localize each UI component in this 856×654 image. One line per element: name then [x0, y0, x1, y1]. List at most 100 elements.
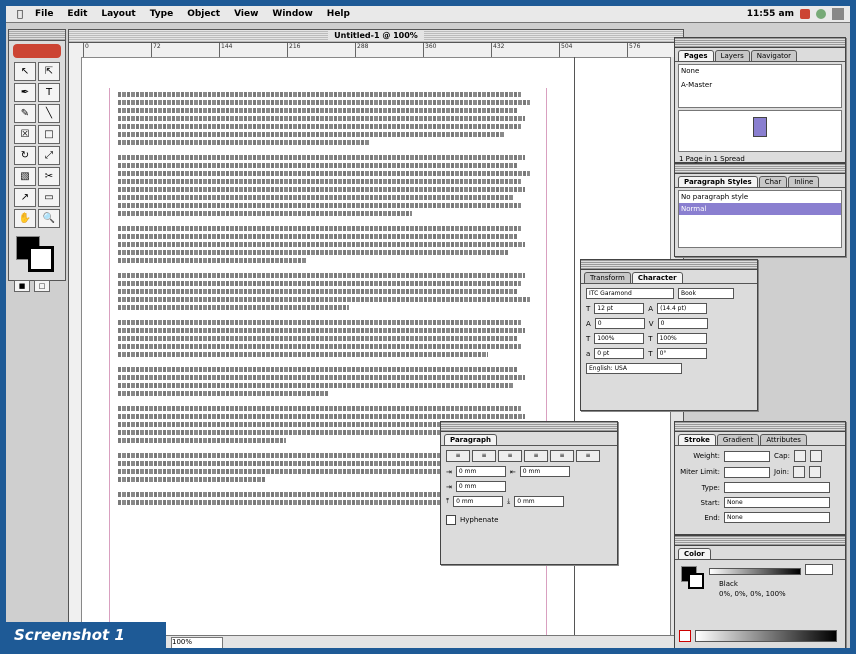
- justify-all-button[interactable]: ≡: [576, 450, 600, 462]
- weight-field[interactable]: [724, 450, 770, 462]
- vertical-scale-field[interactable]: 100%: [594, 333, 645, 344]
- tab-navigator[interactable]: Navigator: [750, 50, 798, 61]
- hand-tool-icon[interactable]: ✋: [14, 209, 36, 228]
- align-center-button[interactable]: ≡: [472, 450, 496, 462]
- tab-attributes[interactable]: Attributes: [760, 434, 807, 445]
- text-paragraph[interactable]: [110, 92, 546, 145]
- join-round-button[interactable]: [809, 466, 822, 478]
- justify-left-button[interactable]: ≡: [524, 450, 548, 462]
- master-a[interactable]: A-Master: [681, 81, 839, 89]
- rectangle-frame-tool-icon[interactable]: ☒: [14, 125, 36, 144]
- paragraph-palette-titlebar[interactable]: [441, 422, 617, 432]
- justify-center-button[interactable]: ≡: [550, 450, 574, 462]
- stroke-swatch[interactable]: [28, 246, 54, 272]
- character-palette-titlebar[interactable]: [581, 260, 757, 270]
- tab-character[interactable]: Character: [631, 272, 683, 283]
- zoom-tool-icon[interactable]: 🔍: [38, 209, 60, 228]
- fill-stroke-swatches[interactable]: [14, 234, 60, 274]
- font-size-field[interactable]: 12 pt: [594, 303, 645, 314]
- tab-layers[interactable]: Layers: [714, 50, 750, 61]
- tab-transform[interactable]: Transform: [584, 272, 631, 283]
- text-paragraph[interactable]: [110, 320, 546, 357]
- space-after-field[interactable]: 0 mm: [514, 496, 565, 507]
- toolbox-titlebar[interactable]: [9, 30, 65, 41]
- menu-file[interactable]: File: [35, 9, 53, 19]
- rotate-tool-icon[interactable]: ↻: [14, 146, 36, 165]
- direct-selection-tool-icon[interactable]: ⇱: [38, 62, 60, 81]
- normal-view-icon[interactable]: ■: [14, 280, 30, 292]
- paragraph-styles-titlebar[interactable]: [675, 164, 845, 174]
- tab-color[interactable]: Color: [678, 548, 711, 559]
- text-paragraph[interactable]: [110, 273, 546, 310]
- cap-butt-button[interactable]: [793, 450, 806, 462]
- menu-object[interactable]: Object: [187, 9, 220, 19]
- kerning-field[interactable]: 0: [594, 318, 645, 329]
- tab-stroke[interactable]: Stroke: [678, 434, 716, 445]
- tab-gradient[interactable]: Gradient: [716, 434, 760, 445]
- tracking-field[interactable]: 0: [657, 318, 708, 329]
- tab-char-styles[interactable]: Char: [758, 176, 788, 187]
- menu-edit[interactable]: Edit: [67, 9, 87, 19]
- tab-inline[interactable]: Inline: [788, 176, 820, 187]
- pages-palette-titlebar[interactable]: [675, 38, 845, 48]
- vertical-ruler[interactable]: [69, 57, 82, 634]
- style-normal[interactable]: Normal: [679, 203, 841, 215]
- start-select[interactable]: None: [724, 497, 830, 508]
- text-paragraph[interactable]: [110, 155, 546, 216]
- cap-round-button[interactable]: [809, 450, 822, 462]
- join-miter-button[interactable]: [793, 466, 806, 478]
- right-indent-field[interactable]: 0 mm: [519, 466, 570, 477]
- color-ramp[interactable]: [695, 630, 837, 642]
- document-titlebar[interactable]: Untitled-1 @ 100%: [69, 30, 683, 43]
- application-menu-icon[interactable]: [832, 8, 844, 20]
- tab-pages[interactable]: Pages: [678, 50, 714, 61]
- line-tool-icon[interactable]: ╲: [38, 104, 60, 123]
- tint-field[interactable]: [805, 564, 833, 575]
- eyedropper-tool-icon[interactable]: ↗: [14, 188, 36, 207]
- none-color-icon[interactable]: [679, 630, 691, 642]
- gradient-tool-icon[interactable]: ▧: [14, 167, 36, 186]
- scale-tool-icon[interactable]: ⤢: [38, 146, 60, 165]
- tab-paragraph-styles[interactable]: Paragraph Styles: [678, 176, 758, 187]
- menu-type[interactable]: Type: [150, 9, 173, 19]
- pen-tool-icon[interactable]: ✒: [14, 83, 36, 102]
- menu-window[interactable]: Window: [272, 9, 312, 19]
- scissors-tool-icon[interactable]: ✂: [38, 167, 60, 186]
- style-no-paragraph-style[interactable]: No paragraph style: [679, 191, 841, 203]
- tint-slider[interactable]: [709, 568, 801, 575]
- end-select[interactable]: None: [724, 512, 830, 523]
- page-thumbnail[interactable]: [753, 117, 767, 137]
- font-family-select[interactable]: ITC Garamond: [586, 288, 674, 299]
- pencil-tool-icon[interactable]: ✎: [14, 104, 36, 123]
- left-indent-field[interactable]: 0 mm: [455, 466, 506, 477]
- space-before-field[interactable]: 0 mm: [453, 496, 504, 507]
- selection-tool-icon[interactable]: ↖: [14, 62, 36, 81]
- miter-limit-field[interactable]: [724, 466, 770, 478]
- horizontal-scale-field[interactable]: 100%: [656, 333, 707, 344]
- app-icon[interactable]: [800, 9, 810, 19]
- leading-field[interactable]: (14.4 pt): [657, 303, 708, 314]
- stroke-palette-titlebar[interactable]: [675, 422, 845, 432]
- tab-paragraph[interactable]: Paragraph: [444, 434, 498, 445]
- align-right-button[interactable]: ≡: [498, 450, 522, 462]
- stroke-type-select[interactable]: [724, 482, 830, 493]
- help-icon[interactable]: [816, 9, 826, 19]
- color-stroke-swatch[interactable]: [688, 573, 704, 589]
- text-paragraph[interactable]: [110, 226, 546, 263]
- menu-view[interactable]: View: [234, 9, 258, 19]
- color-palette-titlebar[interactable]: [675, 536, 845, 546]
- type-tool-icon[interactable]: T: [38, 83, 60, 102]
- page-number-field[interactable]: 100%: [171, 637, 223, 648]
- baseline-shift-field[interactable]: 0 pt: [594, 348, 645, 359]
- menu-layout[interactable]: Layout: [101, 9, 135, 19]
- preview-view-icon[interactable]: □: [34, 280, 50, 292]
- rectangle-tool-icon[interactable]: □: [38, 125, 60, 144]
- horizontal-ruler[interactable]: 0 72 144 216 288 360 432 504 576: [69, 43, 683, 58]
- apple-menu-icon[interactable]: : [12, 9, 28, 20]
- skew-field[interactable]: 0°: [656, 348, 707, 359]
- language-select[interactable]: English: USA: [586, 363, 682, 374]
- text-paragraph[interactable]: [110, 367, 546, 396]
- master-none[interactable]: None: [681, 67, 839, 75]
- first-line-indent-field[interactable]: 0 mm: [455, 481, 506, 492]
- button-tool-icon[interactable]: ▭: [38, 188, 60, 207]
